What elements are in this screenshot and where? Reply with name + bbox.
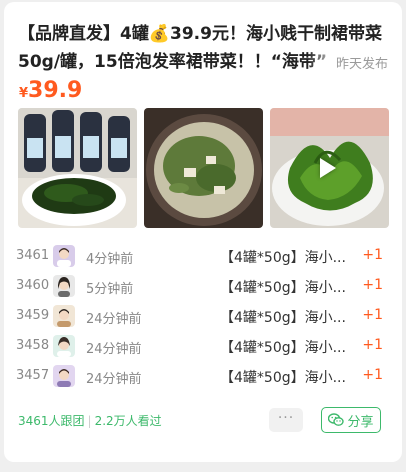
order-item: 【4罐*50g】海小...	[220, 280, 346, 296]
avatar	[53, 275, 75, 297]
price-symbol: ¥	[19, 86, 29, 101]
title-block[interactable]: 【品牌直发】4罐💰39.9元！海小贱干制裙带菜50g/罐，15倍泡发率裙带菜！！…	[18, 20, 388, 76]
follower-count: 3461人跟团	[18, 414, 85, 428]
avatar	[53, 365, 75, 387]
order-time: 4分钟前	[86, 252, 134, 267]
play-icon[interactable]	[320, 158, 336, 178]
order-row: 3457 24分钟前 【4罐*50g】海小... +1	[16, 362, 396, 392]
order-item: 【4罐*50g】海小...	[220, 340, 346, 356]
group-stats: 3461人跟团 | 2.2万人看过	[18, 412, 162, 429]
publish-time: 昨天发布	[335, 57, 388, 72]
order-qty: +1	[362, 367, 383, 383]
order-item: 【4罐*50g】海小...	[220, 310, 346, 326]
order-rank: 3459	[16, 308, 50, 323]
price-value: 39.9	[28, 78, 83, 103]
product-photo-2[interactable]	[144, 108, 263, 228]
order-row: 3459 24分钟前 【4罐*50g】海小... +1	[16, 302, 396, 332]
order-row: 3458 24分钟前 【4罐*50g】海小... +1	[16, 332, 396, 362]
wechat-icon	[328, 413, 345, 427]
share-label: 分享	[347, 414, 374, 430]
avatar	[53, 245, 75, 267]
order-item: 【4罐*50g】海小...	[220, 250, 346, 266]
order-qty: +1	[362, 277, 383, 293]
order-row: 3461 4分钟前 【4罐*50g】海小... +1	[16, 242, 396, 272]
order-qty: +1	[362, 307, 383, 323]
share-button[interactable]: 分享	[321, 407, 381, 433]
view-count: 2.2万人看过	[94, 414, 162, 428]
order-qty: +1	[362, 337, 383, 353]
order-item: 【4罐*50g】海小...	[220, 370, 346, 386]
product-photo-1[interactable]	[18, 108, 137, 228]
more-button[interactable]: ···	[269, 408, 303, 432]
photo-gallery	[18, 108, 389, 228]
price: ¥39.9	[19, 78, 82, 103]
product-video[interactable]	[270, 108, 389, 228]
order-time: 5分钟前	[86, 282, 134, 297]
order-rank: 3460	[16, 278, 50, 293]
avatar	[53, 305, 75, 327]
order-rank: 3461	[16, 248, 50, 263]
order-row: 3460 5分钟前 【4罐*50g】海小... +1	[16, 272, 396, 302]
stats-separator: |	[87, 414, 92, 428]
order-list: 3461 4分钟前 【4罐*50g】海小... +1 3460 5分钟前 【4罐…	[16, 242, 396, 392]
order-time: 24分钟前	[86, 342, 142, 357]
order-qty: +1	[362, 247, 383, 263]
order-time: 24分钟前	[86, 372, 142, 387]
card-footer: 3461人跟团 | 2.2万人看过 ··· 分享	[18, 406, 388, 434]
order-rank: 3458	[16, 338, 50, 353]
group-buy-card[interactable]: 【品牌直发】4罐💰39.9元！海小贱干制裙带菜50g/罐，15倍泡发率裙带菜！！…	[4, 2, 402, 462]
order-time: 24分钟前	[86, 312, 142, 327]
avatar	[53, 335, 75, 357]
order-rank: 3457	[16, 368, 50, 383]
